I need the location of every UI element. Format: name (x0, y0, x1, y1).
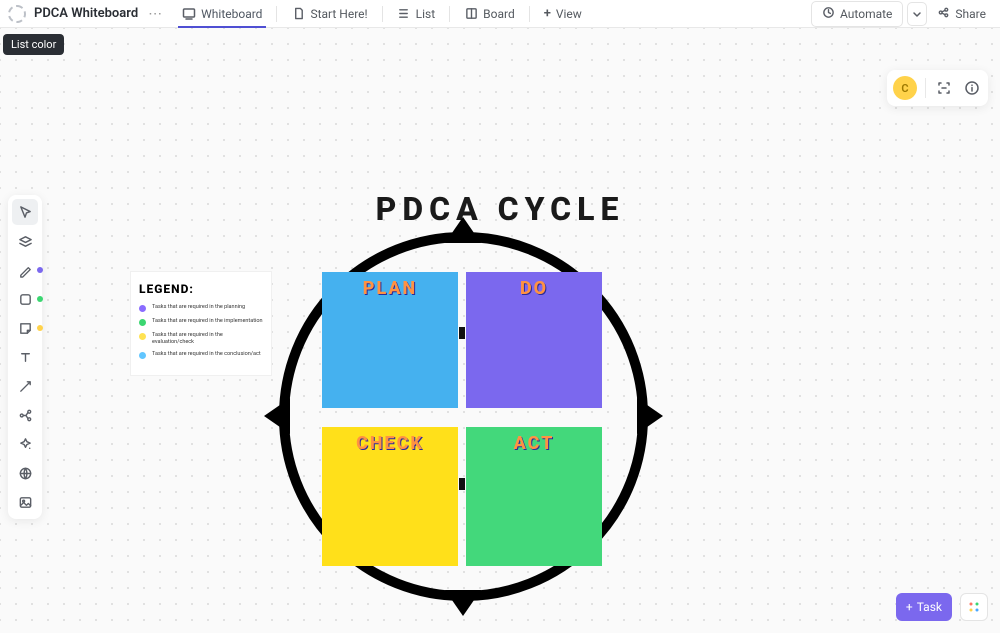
tab-label: View (556, 7, 582, 21)
do-card[interactable]: DO (466, 272, 602, 408)
plan-card[interactable]: PLAN (322, 272, 458, 408)
board-icon (464, 7, 478, 21)
tab-label: Start Here! (310, 7, 367, 21)
tab-label: List (416, 7, 436, 21)
mindmap-tool[interactable] (12, 402, 38, 428)
ai-tool[interactable] (12, 431, 38, 457)
legend-dot (139, 319, 146, 326)
tab-label: Board (483, 7, 515, 21)
whiteboard-canvas[interactable]: C + Task PDCA CYCLE (0, 28, 1000, 633)
status-dot (37, 325, 43, 331)
legend-dot (139, 333, 146, 340)
automate-button[interactable]: Automate (811, 1, 903, 27)
whiteboard-icon (182, 7, 196, 21)
divider (382, 6, 383, 22)
legend-item: Tasks that are required in the implement… (139, 318, 263, 326)
header: PDCA Whiteboard ⋯ Whiteboard Start Here!… (0, 0, 1000, 28)
divider (449, 6, 450, 22)
bottom-actions: + Task (896, 593, 988, 621)
act-card[interactable]: ACT (466, 427, 602, 566)
legend-item: Tasks that are required in the evaluatio… (139, 332, 263, 345)
legend-text: Tasks that are required in the implement… (152, 318, 263, 325)
select-tool[interactable] (12, 199, 38, 225)
fit-icon[interactable] (934, 78, 954, 98)
legend-item: Tasks that are required in the planning (139, 304, 263, 312)
tab-whiteboard[interactable]: Whiteboard (172, 0, 272, 27)
tooltip: List color (3, 34, 64, 55)
divider (276, 6, 277, 22)
share-icon (937, 6, 950, 22)
connector (459, 327, 465, 339)
legend-dot (139, 352, 146, 359)
pen-tool[interactable] (12, 257, 38, 283)
left-toolbar (8, 195, 42, 519)
check-card[interactable]: CHECK (322, 427, 458, 566)
avatar[interactable]: C (893, 76, 917, 100)
text-tool[interactable] (12, 344, 38, 370)
legend-text: Tasks that are required in the conclusio… (152, 351, 261, 358)
doc-icon (291, 7, 305, 21)
legend-text: Tasks that are required in the evaluatio… (152, 332, 263, 345)
list-color-icon[interactable] (8, 5, 26, 23)
task-label: Task (917, 600, 942, 614)
do-label: DO (520, 278, 548, 299)
tab-board[interactable]: Board (454, 0, 525, 27)
task-button[interactable]: + Task (896, 593, 952, 621)
web-tool[interactable] (12, 460, 38, 486)
more-icon[interactable]: ⋯ (142, 6, 168, 22)
pdca-grid: PLAN DO CHECK ACT (322, 272, 602, 566)
share-button[interactable]: Share (931, 2, 992, 26)
act-label: ACT (514, 433, 555, 454)
divider (529, 6, 530, 22)
tab-view[interactable]: + View (534, 0, 592, 27)
tab-list[interactable]: List (387, 0, 446, 27)
connector (459, 478, 465, 490)
canvas-controls: C (887, 70, 988, 106)
check-label: CHECK (356, 433, 424, 454)
info-icon[interactable] (962, 78, 982, 98)
sticky-tool[interactable] (12, 315, 38, 341)
legend-item: Tasks that are required in the conclusio… (139, 351, 263, 359)
automate-label: Automate (840, 7, 892, 21)
plan-label: PLAN (363, 278, 417, 299)
automate-chevron[interactable] (907, 2, 927, 26)
image-tool[interactable] (12, 489, 38, 515)
apps-button[interactable] (960, 593, 988, 621)
connector-tool[interactable] (12, 373, 38, 399)
plus-icon: + (906, 600, 913, 614)
page-title: PDCA Whiteboard (34, 6, 138, 21)
layers-tool[interactable] (12, 228, 38, 254)
legend-text: Tasks that are required in the planning (152, 304, 245, 311)
share-label: Share (955, 7, 986, 21)
legend-heading: LEGEND: (139, 282, 263, 296)
status-dot (37, 267, 43, 273)
list-icon (397, 7, 411, 21)
automate-icon (822, 6, 835, 22)
status-dot (37, 296, 43, 302)
legend-dot (139, 305, 146, 312)
legend-card[interactable]: LEGEND: Tasks that are required in the p… (131, 272, 271, 375)
tab-label: Whiteboard (201, 7, 262, 21)
shape-tool[interactable] (12, 286, 38, 312)
tab-start-here[interactable]: Start Here! (281, 0, 377, 27)
plus-icon: + (544, 6, 551, 21)
divider (925, 78, 926, 98)
